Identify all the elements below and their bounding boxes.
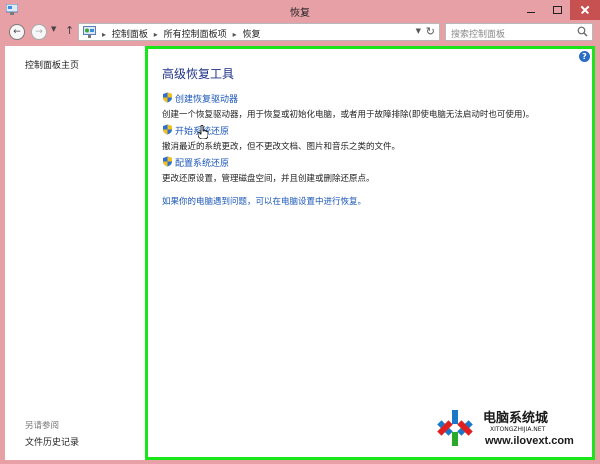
watermark: 电脑系统城 XITONGZHIJIA.NET www.ilovext.com <box>433 404 593 456</box>
up-arrow-icon[interactable]: ↑ <box>65 24 74 37</box>
watermark-title: 电脑系统城 <box>483 411 549 426</box>
control-panel-home-link[interactable]: 控制面板主页 <box>25 58 79 71</box>
shield-icon <box>163 124 172 135</box>
title-bar[interactable]: 恢复 <box>0 0 600 20</box>
navigation-bar: ← → ▼ ↑ ▸ 控制面板 ▸ 所有控制面板项 ▸ 恢复 ▼ ↻ 搜索控制面板 <box>5 20 595 46</box>
watermark-url: www.ilovext.com <box>485 435 574 447</box>
back-button[interactable]: ← <box>9 24 25 40</box>
refresh-icon[interactable]: ↻ <box>426 25 435 38</box>
close-button[interactable] <box>570 0 600 20</box>
breadcrumb-separator-icon[interactable]: ▸ <box>151 30 161 39</box>
forward-button[interactable]: → <box>31 24 47 40</box>
left-pane: 控制面板主页 另请参阅 文件历史记录 <box>5 46 145 460</box>
see-also-label: 另请参阅 <box>25 421 60 431</box>
recent-locations-chevron-down-icon[interactable]: ▼ <box>51 25 56 33</box>
breadcrumb: ▸ 控制面板 ▸ 所有控制面板项 ▸ 恢复 <box>99 27 260 40</box>
list-item: 配置系统还原 更改还原设置，管理磁盘空间，并且创建或删除还原点。 <box>162 156 375 184</box>
breadcrumb-recovery[interactable]: 恢复 <box>242 30 260 40</box>
pc-settings-recovery-link[interactable]: 如果你的电脑遇到问题，可以在电脑设置中进行恢复。 <box>162 195 366 207</box>
open-system-restore-description: 撤消最近的系统更改，但不更改文档、图片和音乐之类的文件。 <box>162 142 401 152</box>
hand-cursor-icon <box>198 125 208 139</box>
breadcrumb-control-panel[interactable]: 控制面板 <box>112 30 148 40</box>
search-placeholder: 搜索控制面板 <box>451 30 506 40</box>
configure-system-restore-label: 配置系统还原 <box>175 159 230 169</box>
create-recovery-drive-link[interactable]: 创建恢复驱动器 <box>162 92 534 105</box>
file-history-link[interactable]: 文件历史记录 <box>25 435 79 448</box>
shield-icon <box>163 156 172 167</box>
breadcrumb-separator-icon[interactable]: ▸ <box>99 30 109 39</box>
maximize-button[interactable] <box>544 0 570 20</box>
watermark-logo <box>437 410 473 446</box>
list-item: 创建恢复驱动器 创建一个恢复驱动器，用于恢复或初始化电脑，或者用于故障排除(即使… <box>162 92 534 120</box>
help-icon[interactable]: ? <box>579 51 590 62</box>
watermark-subtitle: XITONGZHIJIA.NET <box>490 426 546 433</box>
minimize-button[interactable] <box>518 0 544 20</box>
shield-icon <box>163 92 172 103</box>
configure-system-restore-link[interactable]: 配置系统还原 <box>162 156 375 169</box>
address-history-chevron-down-icon[interactable]: ▼ <box>416 27 421 35</box>
search-input[interactable]: 搜索控制面板 <box>445 23 593 41</box>
address-bar[interactable]: ▸ 控制面板 ▸ 所有控制面板项 ▸ 恢复 ▼ ↻ <box>78 23 440 41</box>
main-pane: ? 高级恢复工具 创建恢复驱动器 创建一个恢复驱动器，用于恢复或初始化电脑，或者… <box>145 46 595 460</box>
window-title: 恢复 <box>290 8 310 19</box>
search-icon[interactable] <box>577 26 588 37</box>
control-panel-icon <box>83 26 96 38</box>
content-area: 控制面板主页 另请参阅 文件历史记录 ? 高级恢复工具 创建恢复驱动器 创建一个… <box>5 46 595 460</box>
breadcrumb-all-items[interactable]: 所有控制面板项 <box>164 30 227 40</box>
control-panel-window: 恢复 ← → ▼ ↑ ▸ 控制面板 ▸ 所有控制面板项 ▸ 恢复 ▼ ↻ 搜索控… <box>0 0 600 464</box>
create-recovery-drive-label: 创建恢复驱动器 <box>175 95 239 105</box>
breadcrumb-separator-icon[interactable]: ▸ <box>230 30 240 39</box>
configure-system-restore-description: 更改还原设置，管理磁盘空间，并且创建或删除还原点。 <box>162 174 375 184</box>
page-title: 高级恢复工具 <box>162 67 235 81</box>
create-recovery-drive-description: 创建一个恢复驱动器，用于恢复或初始化电脑，或者用于故障排除(即使电脑无法启动时也… <box>162 110 535 120</box>
